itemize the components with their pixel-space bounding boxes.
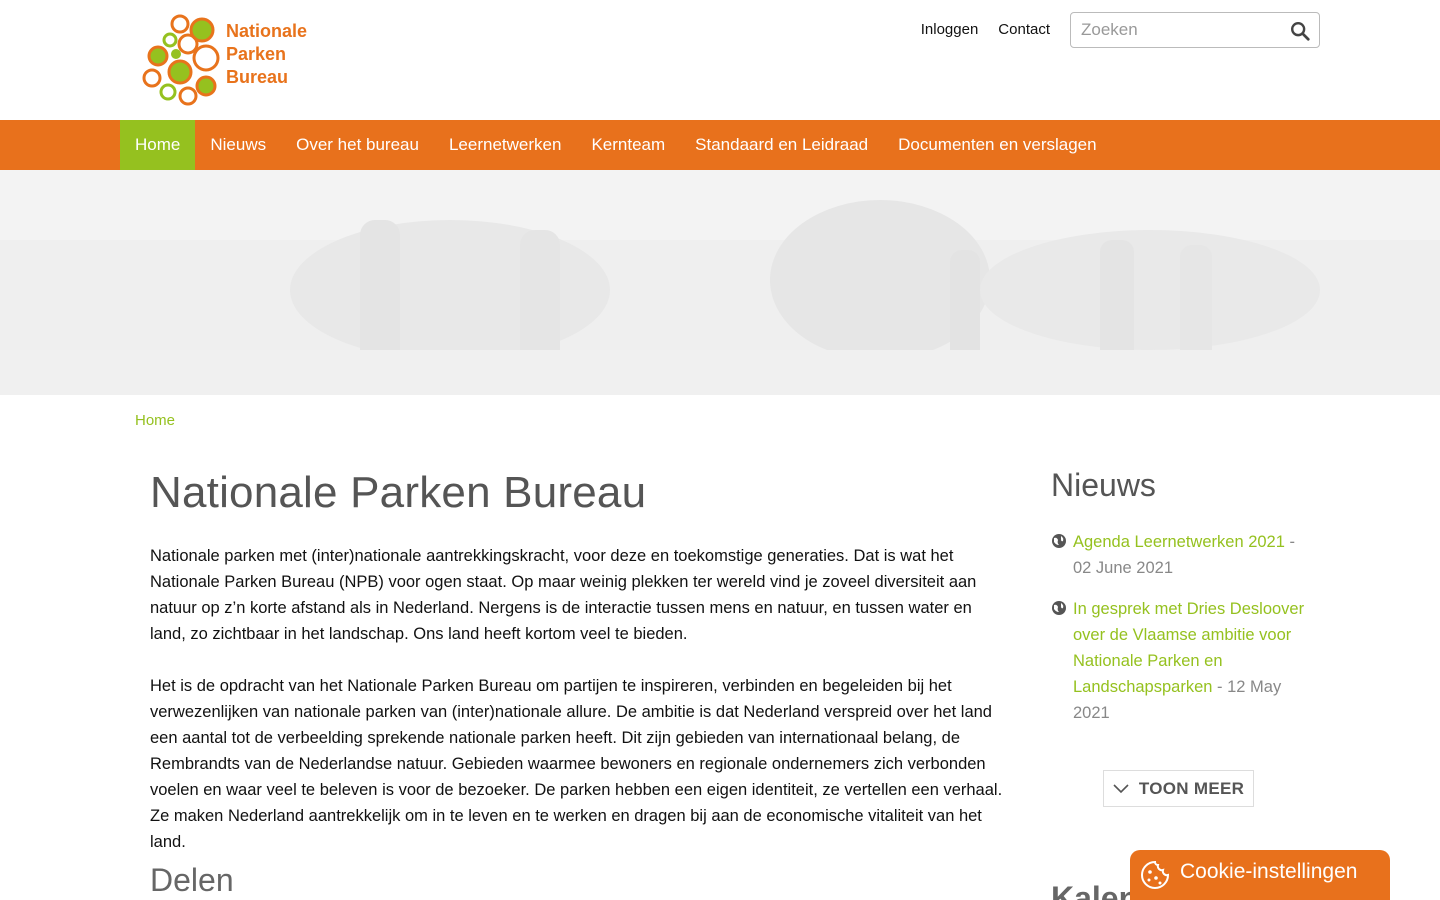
chevron-down-icon [1113, 783, 1129, 793]
news-item-text: Agenda Leernetwerken 2021 - 02 June 2021 [1073, 529, 1311, 581]
site-header: Nationale Parken Bureau Inloggen Contact [0, 0, 1440, 120]
breadcrumb[interactable]: Home [135, 412, 175, 429]
nav-item-over-het-bureau[interactable]: Over het bureau [281, 120, 434, 170]
contact-link[interactable]: Contact [998, 21, 1050, 38]
login-link[interactable]: Inloggen [921, 21, 979, 38]
search-box [1070, 12, 1320, 48]
top-links: Inloggen Contact [921, 21, 1050, 38]
nav-item-kernteam[interactable]: Kernteam [576, 120, 680, 170]
cookie-settings-button[interactable]: Cookie-instellingen [1130, 850, 1390, 900]
search-input[interactable] [1081, 20, 1281, 40]
news-item: Agenda Leernetwerken 2021 - 02 June 2021 [1051, 529, 1311, 581]
logo-line: Nationale [226, 21, 308, 41]
logo-circles-icon [142, 14, 220, 106]
hero-image [0, 170, 1440, 395]
cookie-settings-label: Cookie-instellingen [1180, 860, 1358, 883]
body-paragraph: Het is de opdracht van het Nationale Par… [150, 677, 1003, 851]
show-more-label: TOON MEER [1138, 778, 1245, 798]
nav-item-leernetwerken[interactable]: Leernetwerken [434, 120, 576, 170]
hero-banner [0, 170, 1440, 395]
news-item-text: In gesprek met Dries Desloover over de V… [1073, 596, 1311, 726]
share-heading: Delen [150, 862, 234, 898]
search-icon[interactable] [1289, 20, 1311, 42]
sidebar-news-heading: Nieuws [1051, 467, 1156, 503]
main-navigation: Home Nieuws Over het bureau Leernetwerke… [0, 120, 1440, 170]
globe-icon [1052, 601, 1066, 615]
logo-line: Parken [226, 44, 287, 64]
show-more-button[interactable]: TOON MEER [1103, 770, 1254, 807]
news-item-link[interactable]: Agenda Leernetwerken 2021 [1073, 533, 1285, 551]
news-item: In gesprek met Dries Desloover over de V… [1051, 596, 1311, 726]
nav-item-documenten-en-verslagen[interactable]: Documenten en verslagen [883, 120, 1111, 170]
page-title: Nationale Parken Bureau [150, 468, 647, 517]
nav-item-home[interactable]: Home [120, 120, 196, 170]
logo-text: Nationale Parken Bureau [226, 20, 307, 89]
intro-paragraph: Nationale parken met (inter)nationale aa… [150, 547, 977, 643]
cookie-icon [1141, 860, 1170, 889]
logo-line: Bureau [226, 67, 289, 87]
nav-item-standaard-en-leidraad[interactable]: Standaard en Leidraad [680, 120, 883, 170]
nav-item-nieuws[interactable]: Nieuws [195, 120, 281, 170]
globe-icon [1052, 534, 1066, 548]
site-logo[interactable]: Nationale Parken Bureau [140, 14, 320, 106]
